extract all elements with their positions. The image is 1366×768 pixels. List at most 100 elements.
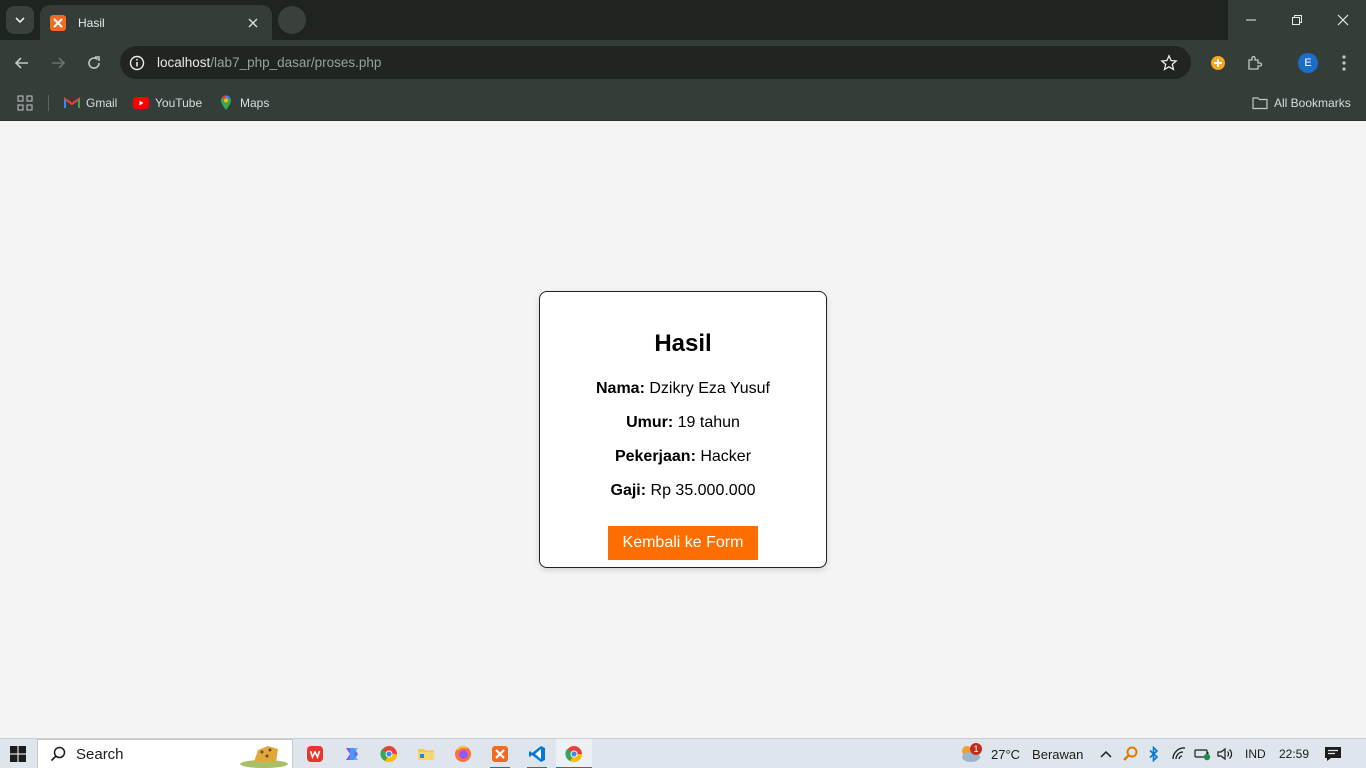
system-clock[interactable]: 22:59 — [1279, 739, 1309, 768]
volume-icon[interactable] — [1216, 744, 1236, 764]
chrome-icon — [565, 746, 583, 763]
input-language[interactable]: IND — [1245, 739, 1266, 768]
profile-initial: E — [1298, 53, 1318, 73]
taskbar-vscode[interactable] — [519, 739, 555, 768]
tab-title: Hasil — [78, 15, 105, 30]
wifi-icon[interactable] — [1169, 744, 1189, 764]
field-umur: Umur: 19 tahun — [540, 414, 826, 432]
field-label: Nama: — [596, 380, 645, 397]
url-path: /lab7_php_dasar/proses.php — [210, 55, 382, 70]
window-controls — [1228, 0, 1366, 40]
weather-badge: 1 — [970, 743, 982, 755]
field-label: Umur: — [626, 414, 674, 431]
xampp-icon — [492, 746, 508, 762]
tab-search-button[interactable] — [6, 6, 34, 34]
folder-icon — [1252, 95, 1268, 111]
bookmark-maps[interactable]: Maps — [218, 92, 269, 114]
search-icon — [48, 744, 68, 764]
vscode-icon — [529, 746, 545, 762]
taskbar-firefox[interactable] — [445, 739, 481, 768]
windows-taskbar: Search 1 27°C Berawan IND 22:59 — [0, 738, 1366, 768]
battery-icon[interactable] — [1193, 744, 1213, 764]
forward-button[interactable] — [44, 49, 72, 77]
minimize-button[interactable] — [1228, 0, 1274, 40]
taskbar-chrome-active[interactable] — [556, 739, 592, 768]
field-value: Rp 35.000.000 — [650, 482, 756, 499]
all-bookmarks-label: All Bookmarks — [1274, 96, 1351, 110]
url-host: localhost — [157, 55, 211, 70]
wps-office-icon — [307, 746, 323, 762]
field-nama: Nama: Dzikry Eza Yusuf — [540, 380, 826, 398]
all-bookmarks-button[interactable]: All Bookmarks — [1252, 92, 1351, 114]
bookmark-label-maps: Maps — [240, 96, 270, 110]
reload-button[interactable] — [80, 49, 108, 77]
weather-widget[interactable]: 1 27°C Berawan — [958, 739, 1083, 768]
address-bar[interactable]: localhost/lab7_php_dasar/proses.php — [120, 46, 1191, 79]
url-text: localhost/lab7_php_dasar/proses.php — [157, 55, 381, 70]
profile-avatar[interactable]: E — [1296, 51, 1320, 75]
bookmark-gmail[interactable]: Gmail — [64, 92, 117, 114]
bookmarks-separator — [48, 95, 49, 111]
new-tab-button[interactable] — [278, 6, 306, 34]
search-placeholder: Search — [76, 745, 124, 763]
clock-time: 22:59 — [1279, 747, 1310, 761]
restore-button[interactable] — [1274, 0, 1320, 40]
start-button[interactable] — [0, 739, 36, 768]
field-label: Pekerjaan: — [614, 448, 696, 465]
close-window-button[interactable] — [1320, 0, 1366, 40]
bookmark-youtube[interactable]: YouTube — [133, 92, 202, 114]
reload-icon — [88, 56, 100, 69]
tab-close-icon[interactable] — [244, 14, 262, 32]
chrome-icon — [380, 746, 398, 763]
taskbar-search[interactable]: Search — [37, 739, 293, 768]
notifications-icon[interactable] — [1323, 744, 1343, 764]
browser-toolbar: localhost/lab7_php_dasar/proses.php E — [0, 40, 1366, 85]
result-card: Hasil Nama: Dzikry Eza Yusuf Umur: 19 ta… — [539, 291, 827, 568]
taskbar-xampp[interactable] — [482, 739, 518, 768]
minimize-icon — [1246, 19, 1256, 21]
arrow-left-icon — [14, 57, 28, 69]
close-icon — [1337, 14, 1349, 26]
weather-temp: 27°C — [991, 746, 1021, 762]
gmail-icon — [64, 95, 80, 111]
chevron-down-icon — [15, 17, 25, 24]
field-value: Dzikry Eza Yusuf — [649, 380, 770, 397]
arrow-right-icon — [52, 57, 66, 69]
xampp-icon — [50, 14, 66, 31]
weather-cloud-icon: 1 — [958, 743, 984, 765]
youtube-icon — [133, 95, 149, 111]
maps-icon — [218, 95, 234, 111]
restore-icon — [1292, 15, 1302, 25]
site-info-icon[interactable] — [124, 50, 150, 76]
firefox-icon — [455, 745, 471, 762]
tab-hasil[interactable]: Hasil — [40, 5, 272, 40]
show-hidden-icons-chevron-icon[interactable] — [1096, 744, 1116, 764]
extension-icon[interactable] — [1206, 51, 1230, 75]
taskbar-chrome[interactable] — [371, 739, 407, 768]
language-label: IND — [1245, 747, 1266, 761]
search-tool-icon[interactable] — [1120, 744, 1140, 764]
bookmark-label-gmail: Gmail — [86, 96, 118, 110]
weather-condition: Berawan — [1032, 746, 1084, 762]
copilot-icon — [346, 748, 358, 760]
bluetooth-icon[interactable] — [1144, 744, 1164, 764]
field-value: 19 tahun — [677, 414, 740, 431]
field-gaji: Gaji: Rp 35.000.000 — [540, 482, 826, 500]
bookmark-star-icon[interactable] — [1159, 53, 1179, 73]
back-to-form-button[interactable]: Kembali ke Form — [607, 526, 759, 560]
apps-grid-button[interactable] — [17, 92, 33, 114]
taskbar-wps-office[interactable] — [297, 739, 333, 768]
taskbar-file-explorer[interactable] — [408, 739, 444, 768]
bookmark-label-youtube: YouTube — [155, 96, 203, 110]
taskbar-copilot[interactable] — [334, 739, 370, 768]
search-highlight-illustration — [240, 746, 288, 768]
extensions-puzzle-icon[interactable] — [1243, 51, 1267, 75]
browser-tab-bar: Hasil — [0, 0, 1366, 40]
folder-icon — [418, 749, 434, 760]
windows-logo-icon — [10, 746, 26, 762]
page-viewport: Hasil Nama: Dzikry Eza Yusuf Umur: 19 ta… — [0, 121, 1366, 738]
back-button[interactable] — [8, 49, 36, 77]
field-pekerjaan: Pekerjaan: Hacker — [540, 448, 826, 466]
apps-grid-icon — [17, 95, 33, 111]
browser-menu-icon[interactable] — [1332, 51, 1356, 75]
